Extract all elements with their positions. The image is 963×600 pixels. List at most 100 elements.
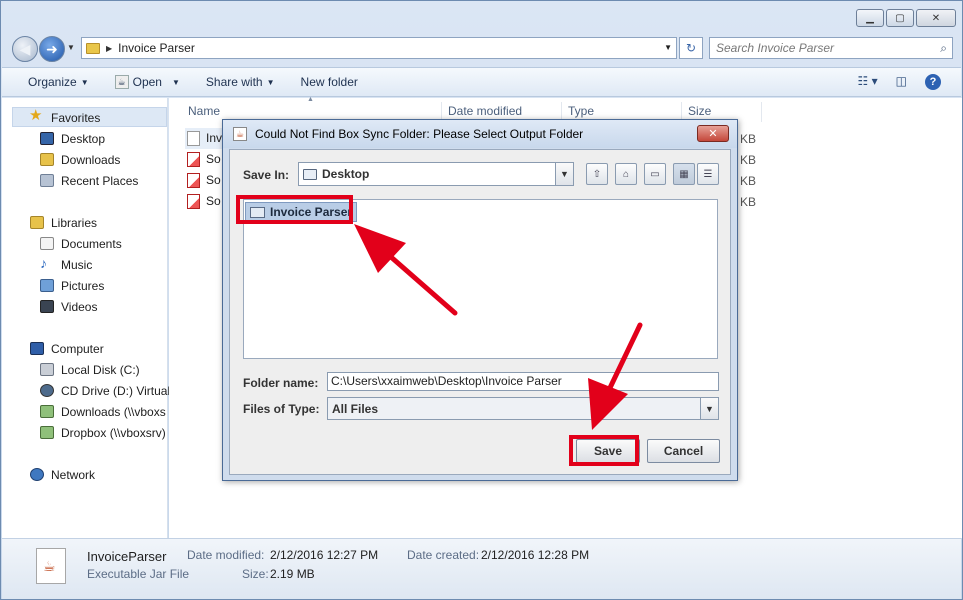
- sidebar-item-computer[interactable]: Computer: [51, 342, 104, 356]
- save-in-value: Desktop: [322, 167, 370, 181]
- navigation-pane: ★ Favorites Desktop Downloads Recent Pla…: [2, 98, 170, 538]
- file-name: So: [206, 194, 221, 208]
- view-options-icon[interactable]: ☷ ▾: [858, 74, 878, 90]
- file-name: So: [206, 173, 221, 187]
- sidebar-item-music[interactable]: Music: [61, 258, 92, 272]
- sidebar-item-favorites[interactable]: Favorites: [51, 111, 100, 125]
- organize-label: Organize: [28, 75, 77, 89]
- organize-menu[interactable]: Organize ▼: [28, 75, 89, 89]
- help-icon[interactable]: ?: [925, 74, 941, 90]
- address-dropdown-icon[interactable]: ▼: [664, 43, 672, 52]
- network-drive-icon: [40, 405, 54, 418]
- jar-file-icon: [187, 131, 200, 147]
- sidebar-item-local-disk[interactable]: Local Disk (C:): [61, 363, 140, 377]
- pdf-file-icon: [187, 194, 200, 210]
- libraries-icon: [30, 216, 44, 229]
- recent-pages-dropdown-icon[interactable]: ▼: [67, 43, 75, 52]
- select-output-folder-dialog: ☕ Could Not Find Box Sync Folder: Please…: [222, 119, 738, 481]
- breadcrumb-arrow-icon[interactable]: ▶: [106, 44, 112, 53]
- sidebar-item-videos[interactable]: Videos: [61, 300, 97, 314]
- forward-button[interactable]: ➜: [39, 36, 65, 62]
- highlight-box-invoice-parser: [236, 195, 353, 224]
- close-button[interactable]: ✕: [916, 9, 956, 27]
- chevron-down-icon: ▼: [80, 77, 89, 87]
- view-controls: ☷ ▾ ◫ ?: [858, 74, 941, 90]
- desktop-icon: [40, 132, 54, 145]
- new-folder-label: New folder: [300, 75, 358, 89]
- maximize-button[interactable]: ▢: [886, 9, 914, 27]
- up-one-level-button[interactable]: ⇧: [586, 163, 608, 185]
- open-label: Open: [132, 75, 162, 89]
- dialog-titlebar: ☕ Could Not Find Box Sync Folder: Please…: [223, 120, 737, 148]
- size-value: 2.19 MB: [270, 567, 315, 581]
- pdf-file-icon: [187, 152, 200, 168]
- search-icon[interactable]: ⌕: [940, 41, 947, 56]
- jar-icon: ☕: [114, 75, 129, 89]
- save-in-combo[interactable]: Desktop ▼: [298, 162, 574, 186]
- sidebar-item-libraries[interactable]: Libraries: [51, 216, 97, 230]
- arrow-right-icon: ➜: [46, 40, 58, 57]
- chevron-down-icon: ▼: [266, 77, 275, 87]
- sidebar-item-documents[interactable]: Documents: [61, 237, 122, 251]
- chevron-down-icon[interactable]: ▼: [555, 163, 573, 185]
- cancel-button[interactable]: Cancel: [647, 439, 720, 463]
- date-created-label: Date created:: [407, 548, 480, 562]
- sidebar-item-recent-places[interactable]: Recent Places: [61, 174, 138, 188]
- pdf-file-icon: [187, 173, 200, 189]
- details-pane: InvoiceParser Executable Jar File Date m…: [2, 538, 961, 599]
- new-folder-button[interactable]: ▭: [644, 163, 666, 185]
- file-row[interactable]: So: [185, 191, 221, 212]
- home-button[interactable]: ⌂: [615, 163, 637, 185]
- arrow-left-icon: ◀: [19, 40, 31, 57]
- date-created-value: 2/12/2016 12:28 PM: [481, 548, 590, 562]
- downloads-icon: [40, 153, 54, 166]
- new-folder-button[interactable]: New folder: [301, 75, 358, 89]
- videos-icon: [40, 300, 54, 313]
- chevron-down-icon[interactable]: ▼: [700, 398, 718, 419]
- sidebar-item-downloads-share[interactable]: Downloads (\\vboxs: [61, 405, 166, 419]
- search-input[interactable]: Search Invoice Parser ⌕: [709, 37, 953, 59]
- file-row[interactable]: So: [185, 149, 221, 170]
- hard-disk-icon: [40, 363, 54, 376]
- documents-icon: [40, 237, 54, 250]
- highlight-box-save: [569, 435, 639, 466]
- back-button[interactable]: ◀: [12, 36, 38, 62]
- file-size: KB: [740, 195, 757, 209]
- list-view-button[interactable]: ▦: [673, 163, 695, 185]
- breadcrumb-current[interactable]: Invoice Parser: [118, 41, 195, 55]
- folder-icon: [86, 42, 100, 54]
- desktop-icon: [303, 168, 317, 180]
- selected-file-name: InvoiceParser: [87, 549, 167, 564]
- star-icon: ★: [29, 107, 43, 124]
- sidebar-item-dropbox-share[interactable]: Dropbox (\\vboxsrv): [61, 426, 166, 440]
- file-row[interactable]: So: [185, 170, 221, 191]
- dialog-title: Could Not Find Box Sync Folder: Please S…: [255, 127, 584, 141]
- sidebar-item-desktop[interactable]: Desktop: [61, 132, 105, 146]
- sidebar-item-cd-drive[interactable]: CD Drive (D:) Virtual: [61, 384, 170, 398]
- sidebar-item-downloads[interactable]: Downloads: [61, 153, 120, 167]
- window-controls: ▁ ▢ ✕: [856, 9, 956, 27]
- computer-icon: [30, 342, 44, 355]
- dialog-close-button[interactable]: ✕: [697, 125, 729, 142]
- sidebar-item-pictures[interactable]: Pictures: [61, 279, 104, 293]
- file-size: KB: [740, 174, 757, 188]
- preview-pane-icon[interactable]: ◫: [896, 74, 907, 90]
- share-with-label: Share with: [205, 75, 263, 89]
- file-name: Inv: [206, 131, 223, 145]
- minimize-button[interactable]: ▁: [856, 9, 884, 27]
- date-modified-label: Date modified:: [187, 548, 265, 562]
- folder-name-label: Folder name:: [243, 376, 319, 390]
- network-drive-icon: [40, 426, 54, 439]
- command-bar: Organize ▼ ☕ Open ▼ Share with ▼ New folder …: [2, 67, 961, 97]
- files-of-type-combo[interactable]: All Files ▼: [327, 397, 719, 420]
- folder-name-field[interactable]: C:\Users\xxaimweb\Desktop\Invoice Parser: [327, 372, 719, 391]
- date-modified-value: 2/12/2016 12:27 PM: [270, 548, 379, 562]
- address-bar[interactable]: ▶ Invoice Parser ▼: [81, 37, 677, 59]
- refresh-button[interactable]: ↻: [679, 37, 703, 59]
- open-menu[interactable]: ☕ Open ▼: [114, 75, 180, 89]
- details-view-button[interactable]: ☰: [697, 163, 719, 185]
- sidebar-item-network[interactable]: Network: [51, 468, 95, 482]
- files-of-type-value: All Files: [332, 401, 379, 416]
- share-with-menu[interactable]: Share with ▼: [206, 75, 275, 89]
- cd-drive-icon: [40, 384, 54, 397]
